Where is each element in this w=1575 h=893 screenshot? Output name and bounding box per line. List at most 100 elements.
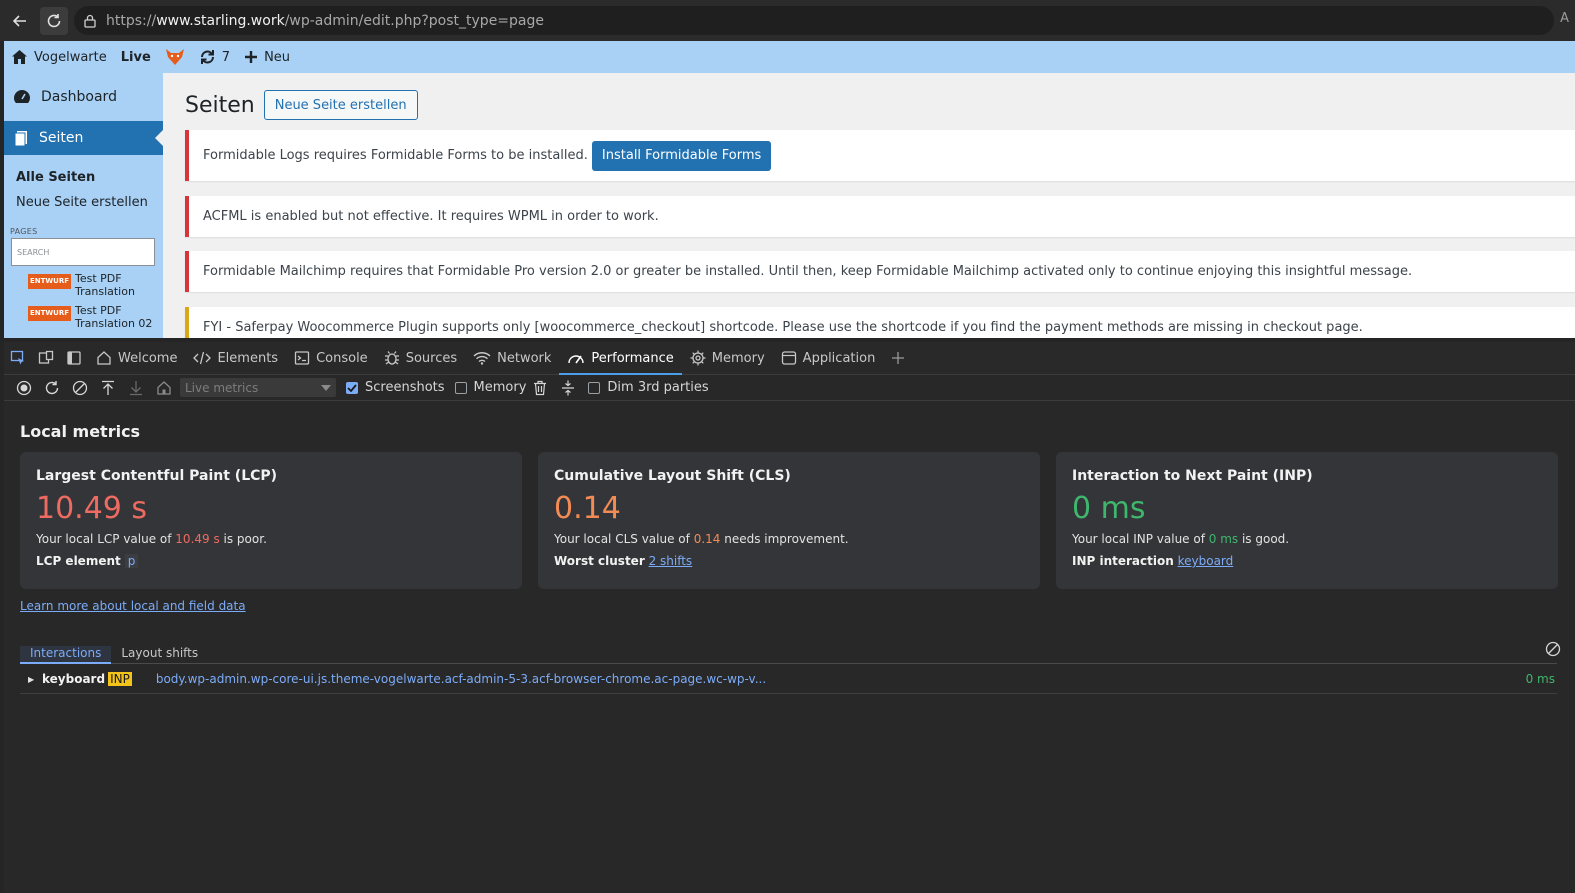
device-emulation-button[interactable] (32, 344, 60, 372)
tree-item[interactable]: ENTWURF Test PDF Translation (4, 266, 163, 298)
reload-button[interactable] (40, 6, 68, 35)
wp-content: Seiten Neue Seite erstellen Formidable L… (185, 73, 1575, 338)
lcp-value: 10.49 s (36, 491, 148, 526)
tree-item-title: Test PDF Translation (75, 272, 135, 298)
lcp-element-link[interactable]: p (124, 554, 139, 568)
memory-label: Memory (473, 380, 527, 395)
home-icon (12, 50, 27, 64)
tab-performance[interactable]: Performance (559, 342, 683, 375)
interaction-target-link[interactable]: body.wp-admin.wp-core-ui.js.theme-vogelw… (156, 672, 766, 686)
inspect-element-button[interactable] (4, 344, 32, 372)
memory-chip-icon (690, 350, 706, 366)
submenu-new-page[interactable]: Neue Seite erstellen (4, 190, 163, 215)
record-button[interactable] (10, 375, 38, 401)
pages-search-input[interactable]: SEARCH (11, 238, 155, 266)
browser-toolbar: https://www.starling.work/wp-admin/edit.… (0, 0, 1575, 41)
application-window-icon (781, 351, 796, 365)
cls-cluster-row: Worst cluster 2 shifts (554, 554, 693, 568)
install-formidable-button[interactable]: Install Formidable Forms (591, 140, 772, 171)
block-icon (1545, 641, 1561, 657)
tab-memory[interactable]: Memory (682, 342, 773, 375)
interaction-duration: 0 ms (1525, 672, 1555, 686)
interactions-tab-bar: Interactions Layout shifts (20, 642, 1557, 664)
tab-layout-shifts[interactable]: Layout shifts (111, 646, 208, 663)
reload-icon (45, 380, 59, 394)
read-aloud-icon[interactable]: A (1560, 11, 1569, 26)
download-icon (130, 380, 142, 395)
draft-badge: ENTWURF (28, 274, 71, 289)
tab-console[interactable]: Console (286, 342, 376, 375)
tab-label: Memory (711, 350, 765, 366)
menu-pages[interactable]: Seiten (4, 121, 163, 155)
wp-admin-menu: Dashboard Seiten Alle Seiten Neue Seite … (4, 73, 163, 338)
sidebar-toggle-icon (67, 351, 81, 365)
live-link[interactable]: Live (114, 41, 158, 73)
refresh-icon (200, 50, 214, 64)
screenshots-label: Screenshots (365, 380, 445, 395)
expand-caret-icon[interactable]: ▶ (20, 675, 36, 684)
dim-3rd-parties-checkbox[interactable]: Dim 3rd parties (588, 380, 709, 395)
reload-profile-button[interactable] (38, 375, 66, 401)
notice-text: Formidable Logs requires Formidable Form… (203, 148, 588, 163)
screenshots-checkbox[interactable]: Screenshots (346, 380, 445, 395)
menu-dashboard[interactable]: Dashboard (4, 73, 163, 121)
site-name-link[interactable]: Vogelwarte (4, 41, 114, 73)
console-icon (294, 351, 310, 365)
tab-interactions[interactable]: Interactions (20, 646, 112, 664)
tab-welcome[interactable]: Welcome (88, 342, 185, 375)
inp-interaction-link[interactable]: keyboard (1178, 554, 1234, 568)
clear-button[interactable] (66, 375, 94, 401)
collapse-icon (562, 380, 575, 395)
record-icon (16, 380, 32, 395)
learn-more-link[interactable]: Learn more about local and field data (20, 599, 246, 613)
submenu-all-pages[interactable]: Alle Seiten (4, 165, 163, 190)
wp-admin-page: Vogelwarte Live 7 Neu Dashboard Seiten A… (4, 41, 1575, 338)
worst-cluster-link[interactable]: 2 shifts (649, 554, 693, 568)
tree-item[interactable]: ENTWURF Test PDF Translation 02 (4, 298, 163, 330)
new-content-link[interactable]: Neu (237, 41, 297, 73)
url-host: www.starling.work (156, 12, 285, 29)
tab-elements[interactable]: Elements (185, 342, 286, 375)
show-recent-button[interactable] (150, 375, 178, 401)
menu-dashboard-label: Dashboard (41, 89, 117, 105)
block-icon (72, 380, 88, 395)
pages-icon (14, 131, 27, 146)
inp-description: Your local INP value of 0 ms is good. (1072, 532, 1290, 546)
code-icon (193, 351, 212, 365)
tab-label: Application (802, 350, 876, 366)
checkbox-checked-icon (346, 381, 358, 394)
tab-application[interactable]: Application (773, 342, 884, 375)
card-title: Largest Contentful Paint (LCP) (36, 468, 278, 484)
fox-logo[interactable] (158, 41, 192, 73)
tree-item-title: Test PDF Translation 02 (75, 304, 153, 330)
settings-toggle-button[interactable] (554, 375, 582, 401)
cls-description: Your local CLS value of 0.14 needs impro… (554, 532, 849, 546)
tab-sources[interactable]: Sources (376, 342, 465, 375)
pages-submenu: Alle Seiten Neue Seite erstellen (4, 155, 163, 215)
interaction-row[interactable]: ▶ keyboard INP body.wp-admin.wp-core-ui.… (20, 665, 1557, 694)
clear-interactions-button[interactable] (1545, 641, 1561, 657)
updates-link[interactable]: 7 (192, 41, 237, 73)
load-profile-button[interactable] (94, 375, 122, 401)
plus-icon (245, 51, 258, 63)
local-metrics-title: Local metrics (20, 422, 141, 441)
memory-checkbox[interactable]: Memory (454, 380, 527, 395)
trash-icon (534, 380, 547, 395)
add-new-page-button[interactable]: Neue Seite erstellen (263, 90, 418, 120)
toggle-sidebar-button[interactable] (60, 344, 88, 372)
save-profile-button[interactable] (122, 375, 150, 401)
arrow-left-icon (12, 14, 26, 27)
card-title: Interaction to Next Paint (INP) (1072, 468, 1313, 484)
tab-label: Network (497, 350, 552, 366)
dim-3rd-parties-label: Dim 3rd parties (607, 380, 709, 395)
garbage-collect-button[interactable] (526, 375, 554, 401)
device-icon (38, 350, 54, 364)
back-button[interactable] (6, 7, 34, 35)
wp-admin-bar: Vogelwarte Live 7 Neu (4, 41, 1575, 73)
address-bar[interactable]: https://www.starling.work/wp-admin/edit.… (74, 6, 1554, 35)
recording-select[interactable]: Live metrics (180, 378, 336, 397)
notice-text: FYI - Saferpay Woocommerce Plugin suppor… (203, 320, 1363, 335)
lcp-card: Largest Contentful Paint (LCP) 10.49 s Y… (20, 452, 522, 589)
add-tool-button[interactable] (883, 342, 913, 375)
tab-network[interactable]: Network (465, 342, 559, 375)
